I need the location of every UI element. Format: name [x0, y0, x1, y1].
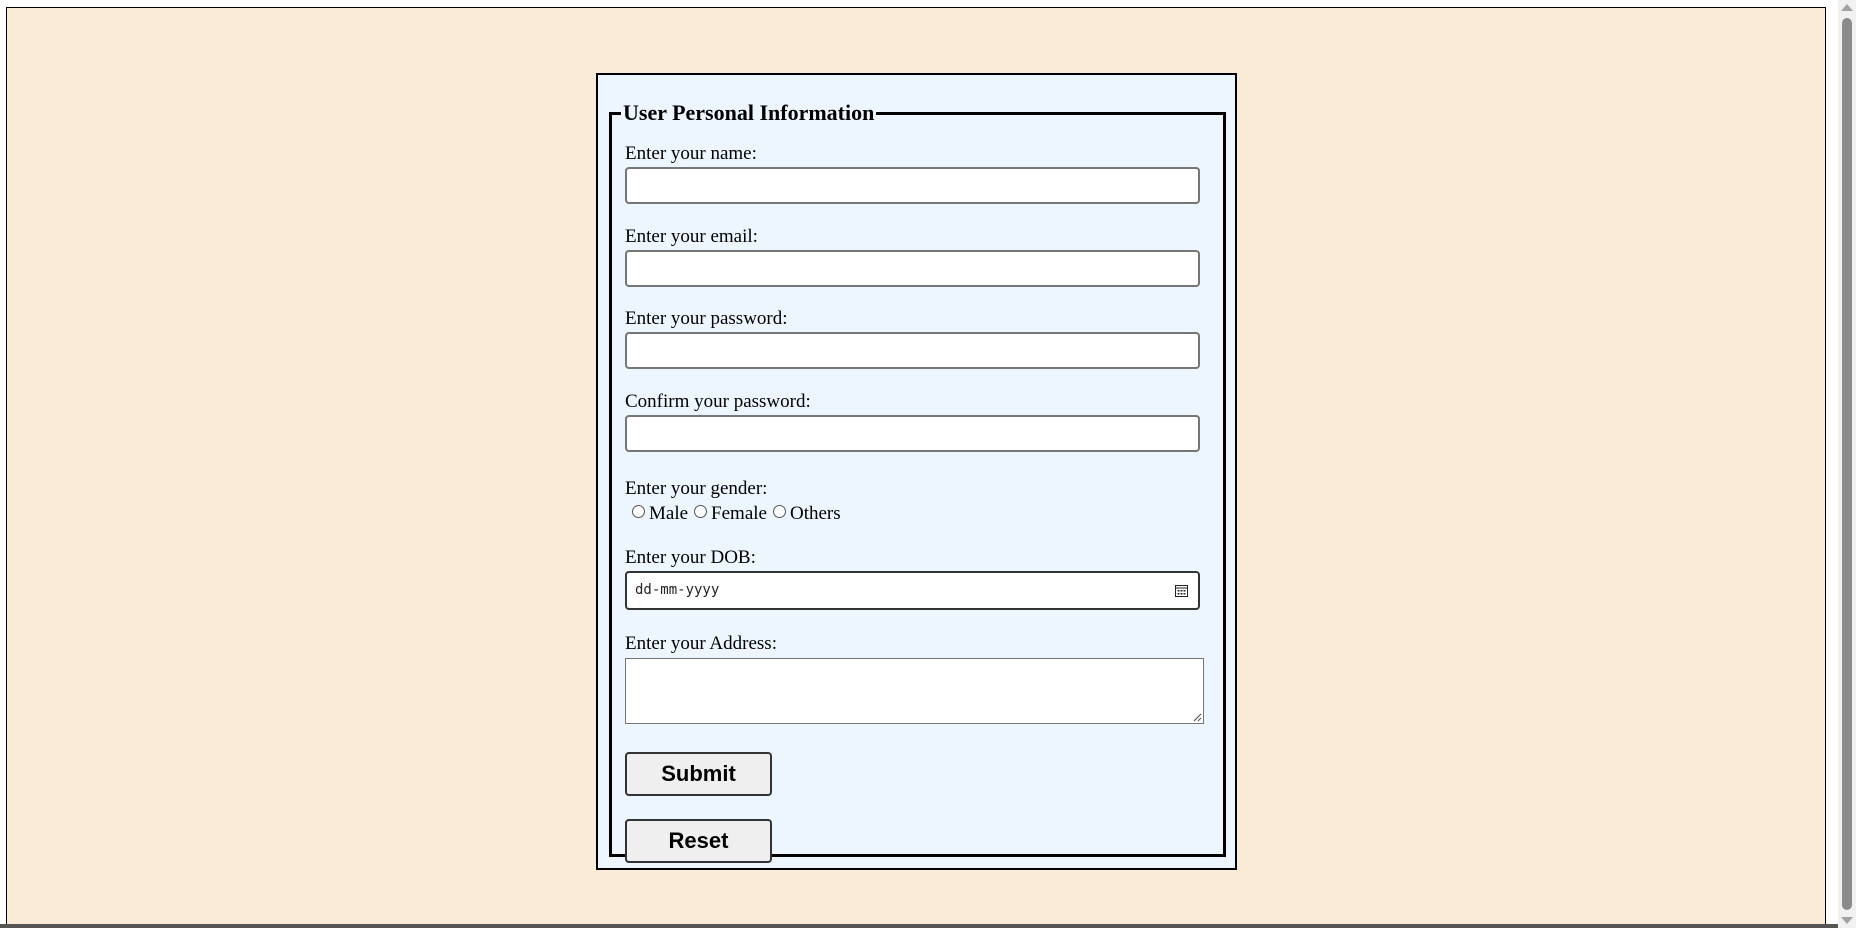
- dob-input[interactable]: dd-mm-yyyy: [625, 571, 1200, 610]
- personal-info-fieldset: User Personal Information Enter your nam…: [609, 100, 1226, 863]
- gender-female-radio[interactable]: [694, 504, 708, 518]
- name-label: Enter your name:: [625, 143, 757, 164]
- address-textarea[interactable]: [625, 658, 1204, 724]
- gender-female-label: Female: [711, 503, 767, 524]
- dob-placeholder: dd-mm-yyyy: [635, 582, 720, 598]
- dob-label: Enter your DOB:: [625, 547, 756, 568]
- form-card: User Personal Information Enter your nam…: [596, 73, 1237, 870]
- email-label: Enter your email:: [625, 226, 758, 247]
- name-input[interactable]: [625, 167, 1200, 204]
- scroll-thumb[interactable]: [1842, 18, 1852, 910]
- gender-others-radio[interactable]: [772, 504, 786, 518]
- gender-radio-group: Male Female Others: [628, 503, 843, 525]
- window-bottom-edge: [0, 924, 1838, 928]
- submit-button[interactable]: Submit: [625, 752, 772, 796]
- resize-grip-icon[interactable]: [1192, 712, 1202, 722]
- password-label: Enter your password:: [625, 308, 788, 329]
- confirm-password-input[interactable]: [625, 415, 1200, 452]
- form-legend: User Personal Information: [623, 100, 875, 125]
- gender-male-radio[interactable]: [632, 504, 645, 518]
- calendar-icon[interactable]: [1175, 584, 1188, 597]
- reset-button[interactable]: Reset: [625, 819, 772, 863]
- scroll-up-icon[interactable]: [1841, 4, 1853, 11]
- confirm-password-label: Confirm your password:: [625, 391, 811, 412]
- scroll-down-icon[interactable]: [1841, 917, 1853, 924]
- address-label: Enter your Address:: [625, 633, 777, 654]
- vertical-scrollbar[interactable]: [1838, 0, 1856, 928]
- password-input[interactable]: [625, 332, 1200, 369]
- gender-others-label: Others: [789, 503, 841, 524]
- gender-label: Enter your gender:: [625, 478, 768, 499]
- email-input[interactable]: [625, 250, 1200, 287]
- gender-male-label: Male: [649, 503, 689, 524]
